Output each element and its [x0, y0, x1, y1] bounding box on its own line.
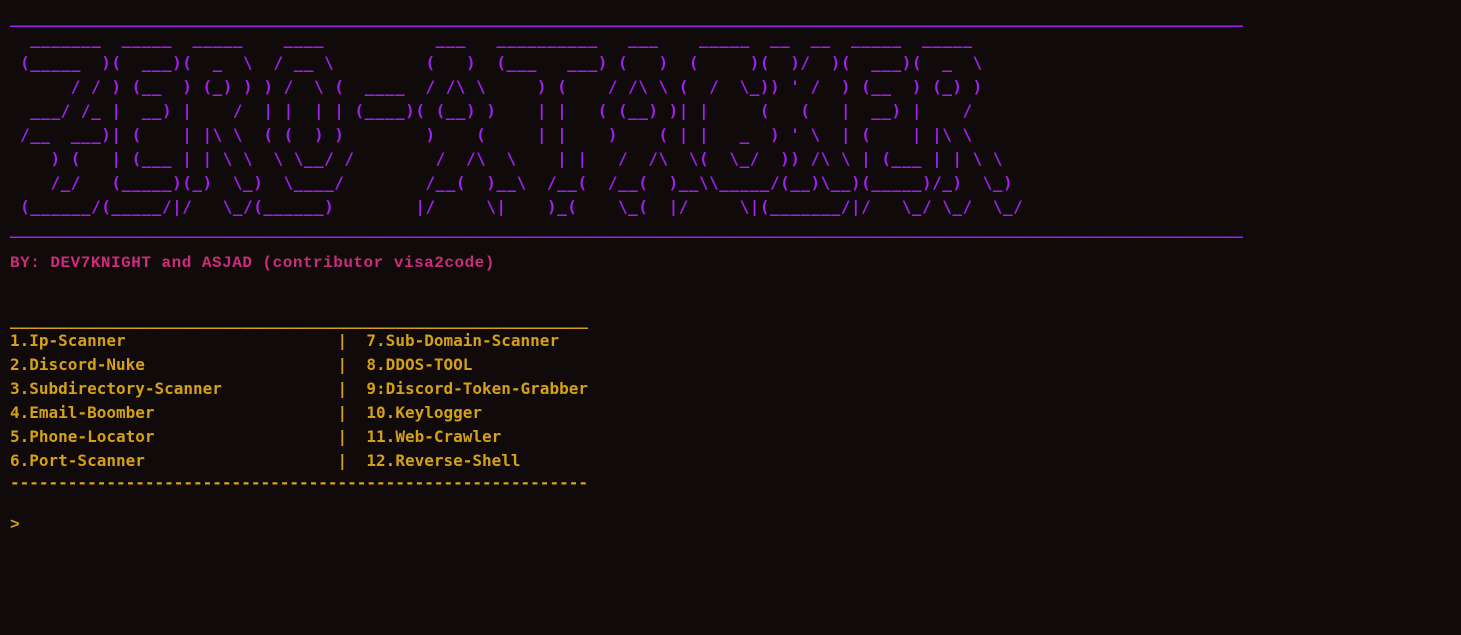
menu-row-4[interactable]: 4.Email-Boomber | 10.Keylogger	[10, 401, 1451, 425]
top-divider: ________________________________________…	[10, 8, 1451, 27]
menu-row-3[interactable]: 3.Subdirectory-Scanner | 9:Discord-Token…	[10, 377, 1451, 401]
menu-row-1[interactable]: 1.Ip-Scanner | 7.Sub-Domain-Scanner	[10, 329, 1451, 353]
menu-bottom-divider: ----------------------------------------…	[10, 473, 1451, 492]
menu-row-2[interactable]: 2.Discord-Nuke | 8.DDOS-TOOL	[10, 353, 1451, 377]
menu-row-5[interactable]: 5.Phone-Locator | 11.Web-Crawler	[10, 425, 1451, 449]
menu-row-6[interactable]: 6.Port-Scanner | 12.Reverse-Shell	[10, 449, 1451, 473]
input-prompt[interactable]: >	[10, 516, 1451, 535]
mid-divider: ________________________________________…	[10, 219, 1451, 238]
menu-top-divider: ________________________________________…	[10, 310, 1451, 329]
byline: BY: DEV7KNIGHT and ASJAD (contributor vi…	[10, 254, 1451, 273]
ascii-art-banner: _______ _____ _____ ____ ___ __________ …	[10, 27, 1451, 219]
